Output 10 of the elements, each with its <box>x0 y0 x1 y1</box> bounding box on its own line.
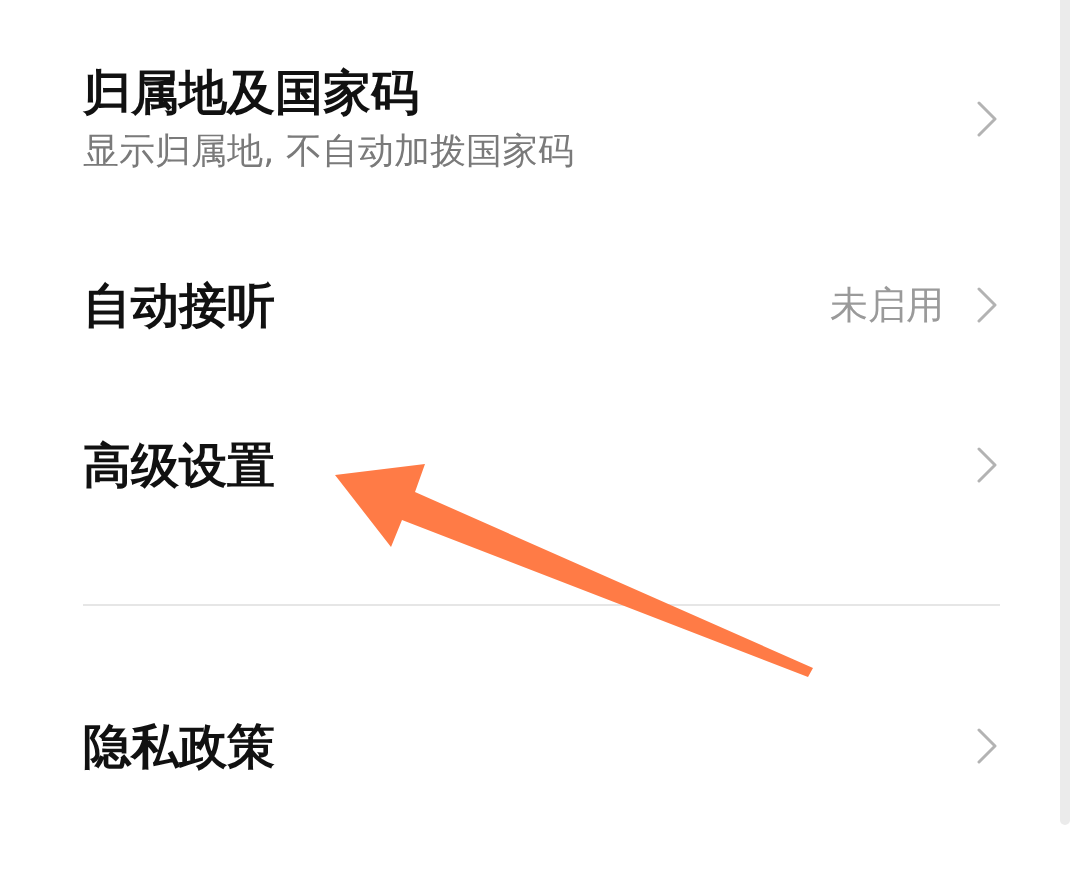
chevron-right-icon <box>977 100 997 137</box>
setting-title[interactable]: 归属地及国家码 <box>83 64 419 120</box>
setting-value: 未启用 <box>830 282 944 328</box>
setting-title[interactable]: 自动接听 <box>83 277 275 333</box>
setting-description: 显示归属地, 不自动加拨国家码 <box>83 129 574 173</box>
chevron-right-icon <box>977 728 997 764</box>
setting-title[interactable]: 高级设置 <box>83 437 275 493</box>
chevron-right-icon <box>977 447 997 483</box>
chevron-right-icon <box>977 287 997 323</box>
setting-title[interactable]: 隐私政策 <box>83 718 275 774</box>
